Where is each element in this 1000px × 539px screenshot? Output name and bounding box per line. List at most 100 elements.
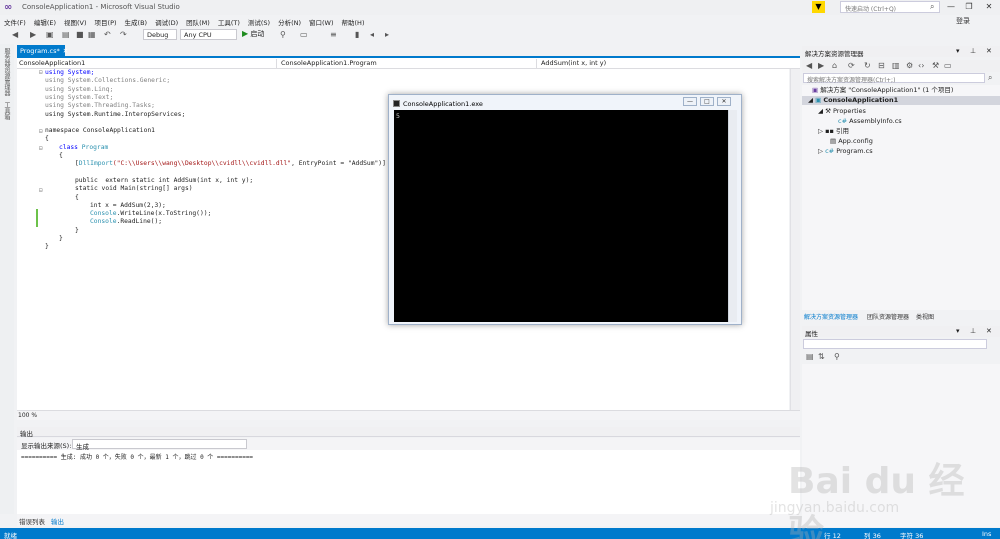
menu-team[interactable]: 团队(M) xyxy=(186,15,215,27)
code-line-3: using System.Linq; xyxy=(45,86,113,94)
tree-item-program-cs[interactable]: ▷ c# Program.cs xyxy=(818,147,873,156)
baidu-watermark: Bai du 经验 jingyan.baidu.com xyxy=(770,430,990,539)
tree-item-references[interactable]: ▷ ▪▪ 引用 xyxy=(818,127,849,136)
alphabetical-icon[interactable]: ⇅ xyxy=(818,352,825,361)
menu-build[interactable]: 生成(B) xyxy=(125,15,153,27)
refresh-icon[interactable]: ↻ xyxy=(864,61,871,70)
close-icon[interactable]: ✕ xyxy=(986,47,992,55)
save-all-icon[interactable]: ▦ xyxy=(88,28,96,42)
toolbox-tab[interactable]: 工具箱 xyxy=(3,102,11,120)
collapse-namespace-icon[interactable]: ⊟ xyxy=(39,128,43,136)
collapse-class-icon[interactable]: ⊟ xyxy=(39,145,43,153)
member-dropdown[interactable]: AddSum(int x, int y) xyxy=(539,59,800,68)
comment-icon[interactable]: ▭ xyxy=(300,28,308,42)
search-icon[interactable]: ⌕ xyxy=(930,2,934,12)
find-icon[interactable]: ⚲ xyxy=(280,28,286,42)
tab-error-list[interactable]: 错误列表 xyxy=(19,516,45,526)
menu-debug[interactable]: 调试(D) xyxy=(155,15,183,27)
tab-program-cs[interactable]: Program.cs* ✕ xyxy=(17,45,68,56)
auto-hide-icon[interactable]: ⊥ xyxy=(970,47,976,55)
collapse-usings-icon[interactable]: ⊟ xyxy=(39,69,43,77)
view-code-icon[interactable]: ‹› xyxy=(918,61,924,70)
open-file-icon[interactable]: ▤ xyxy=(62,28,70,42)
tree-item-solution[interactable]: ▣ 解决方案 "ConsoleApplication1" (1 个项目) xyxy=(812,86,953,95)
categorized-icon[interactable]: ▤ xyxy=(806,352,814,361)
start-debugging-button[interactable]: ▶ 启动 xyxy=(242,29,264,39)
editor-vertical-scrollbar[interactable] xyxy=(790,69,800,410)
console-scrollbar[interactable] xyxy=(728,110,737,322)
close-icon[interactable]: ✕ xyxy=(986,327,992,335)
bookmark-next-icon[interactable]: ▸ xyxy=(385,28,389,42)
back-icon[interactable]: ◀ xyxy=(12,28,18,42)
bookmark-icon[interactable]: ▮ xyxy=(355,28,359,42)
tab-output[interactable]: 输出 xyxy=(51,516,64,526)
login-link[interactable]: 登录 xyxy=(956,16,970,26)
configuration-select[interactable]: Debug xyxy=(143,29,177,40)
menu-analyze[interactable]: 分析(N) xyxy=(278,15,306,27)
quick-launch-input[interactable]: 快速启动 (Ctrl+Q) xyxy=(840,1,940,13)
properties-icon[interactable]: ⚙ xyxy=(906,61,913,70)
indent-icon[interactable]: ≡ xyxy=(330,28,337,42)
show-all-files-icon[interactable]: ▥ xyxy=(892,61,900,70)
forward-icon[interactable]: ▶ xyxy=(30,28,36,42)
menu-edit[interactable]: 编辑(E) xyxy=(34,15,61,27)
zoom-level-select[interactable]: 100 % xyxy=(17,412,37,419)
tree-item-assemblyinfo[interactable]: c# AssemblyInfo.cs xyxy=(838,117,902,126)
back-icon[interactable]: ◀ xyxy=(806,61,812,70)
close-button[interactable]: ✕ xyxy=(982,1,996,13)
expand-icon[interactable]: ◢ xyxy=(808,96,813,104)
property-pages-icon[interactable]: ⚲ xyxy=(834,352,840,361)
tree-item-properties[interactable]: ◢ ⚒ Properties xyxy=(818,107,866,116)
collapse-all-icon[interactable]: ⊟ xyxy=(878,61,885,70)
server-explorer-tab[interactable]: 服务器资源管理器 xyxy=(3,48,11,96)
platform-select[interactable]: Any CPU xyxy=(180,29,237,40)
pin-icon[interactable]: ▾ xyxy=(956,47,960,55)
expand-icon[interactable]: ◢ xyxy=(818,107,823,115)
properties-object-select[interactable] xyxy=(803,339,987,349)
home-icon[interactable]: ⌂ xyxy=(832,61,837,70)
csharp-project-icon: ▣ xyxy=(815,96,822,104)
console-window[interactable]: ConsoleApplication1.exe — □ ✕ 5 xyxy=(388,94,742,325)
menu-test[interactable]: 测试(S) xyxy=(248,15,275,27)
preview-icon[interactable]: ▭ xyxy=(944,61,952,70)
close-icon[interactable]: ✕ xyxy=(63,47,68,55)
notification-flag-icon[interactable]: ▼ xyxy=(812,1,825,13)
console-screen[interactable]: 5 xyxy=(394,110,728,322)
menu-view[interactable]: 视图(V) xyxy=(64,15,92,27)
class-dropdown[interactable]: ConsoleApplication1.Program xyxy=(279,59,537,68)
restore-button[interactable]: ❐ xyxy=(962,1,976,13)
minimize-button[interactable]: — xyxy=(944,1,958,13)
expand-icon[interactable]: ▷ xyxy=(818,127,823,135)
menu-help[interactable]: 帮助(H) xyxy=(342,15,370,27)
undo-icon[interactable]: ↶ xyxy=(104,28,111,42)
menu-tools[interactable]: 工具(T) xyxy=(218,15,245,27)
menu-project[interactable]: 项目(P) xyxy=(95,15,122,27)
collapse-method-icon[interactable]: ⊟ xyxy=(39,187,43,195)
expand-icon[interactable]: ▷ xyxy=(818,147,823,155)
forward-icon[interactable]: ▶ xyxy=(818,61,824,70)
console-minimize-button[interactable]: — xyxy=(683,97,697,106)
tab-solution-explorer[interactable]: 解决方案资源管理器 xyxy=(804,312,858,321)
solution-explorer-search-input[interactable]: 搜索解决方案资源管理器(Ctrl+;) xyxy=(803,73,985,84)
menu-file[interactable]: 文件(F) xyxy=(4,15,31,27)
save-icon[interactable]: ■ xyxy=(76,28,84,42)
menu-window[interactable]: 窗口(W) xyxy=(309,15,339,27)
sync-icon[interactable]: ⟳ xyxy=(848,61,855,70)
search-icon[interactable]: ⌕ xyxy=(988,73,992,83)
tree-item-project[interactable]: ◢ ▣ ConsoleApplication1 xyxy=(802,96,1000,105)
change-marker xyxy=(36,209,38,227)
dropdown-icon[interactable]: ▾ xyxy=(956,327,960,335)
bookmark-prev-icon[interactable]: ◂ xyxy=(370,28,374,42)
project-dropdown[interactable]: ConsoleApplication1 xyxy=(17,59,277,68)
output-source-select[interactable]: 生成 xyxy=(72,439,247,451)
tree-item-app-config[interactable]: ▤ App.config xyxy=(830,137,873,146)
console-restore-button[interactable]: □ xyxy=(700,97,714,106)
wrench-icon[interactable]: ⚒ xyxy=(932,61,939,70)
redo-icon[interactable]: ↷ xyxy=(120,28,127,42)
output-text-area[interactable]: ========== 生成: 成功 0 个，失败 0 个，最新 1 个，跳过 0… xyxy=(17,450,800,514)
new-project-icon[interactable]: ▣ xyxy=(46,28,54,42)
tab-team-explorer[interactable]: 团队资源管理器 xyxy=(867,312,909,321)
console-close-button[interactable]: ✕ xyxy=(717,97,731,106)
auto-hide-icon[interactable]: ⊥ xyxy=(970,327,976,335)
tab-class-view[interactable]: 类视图 xyxy=(916,312,934,321)
